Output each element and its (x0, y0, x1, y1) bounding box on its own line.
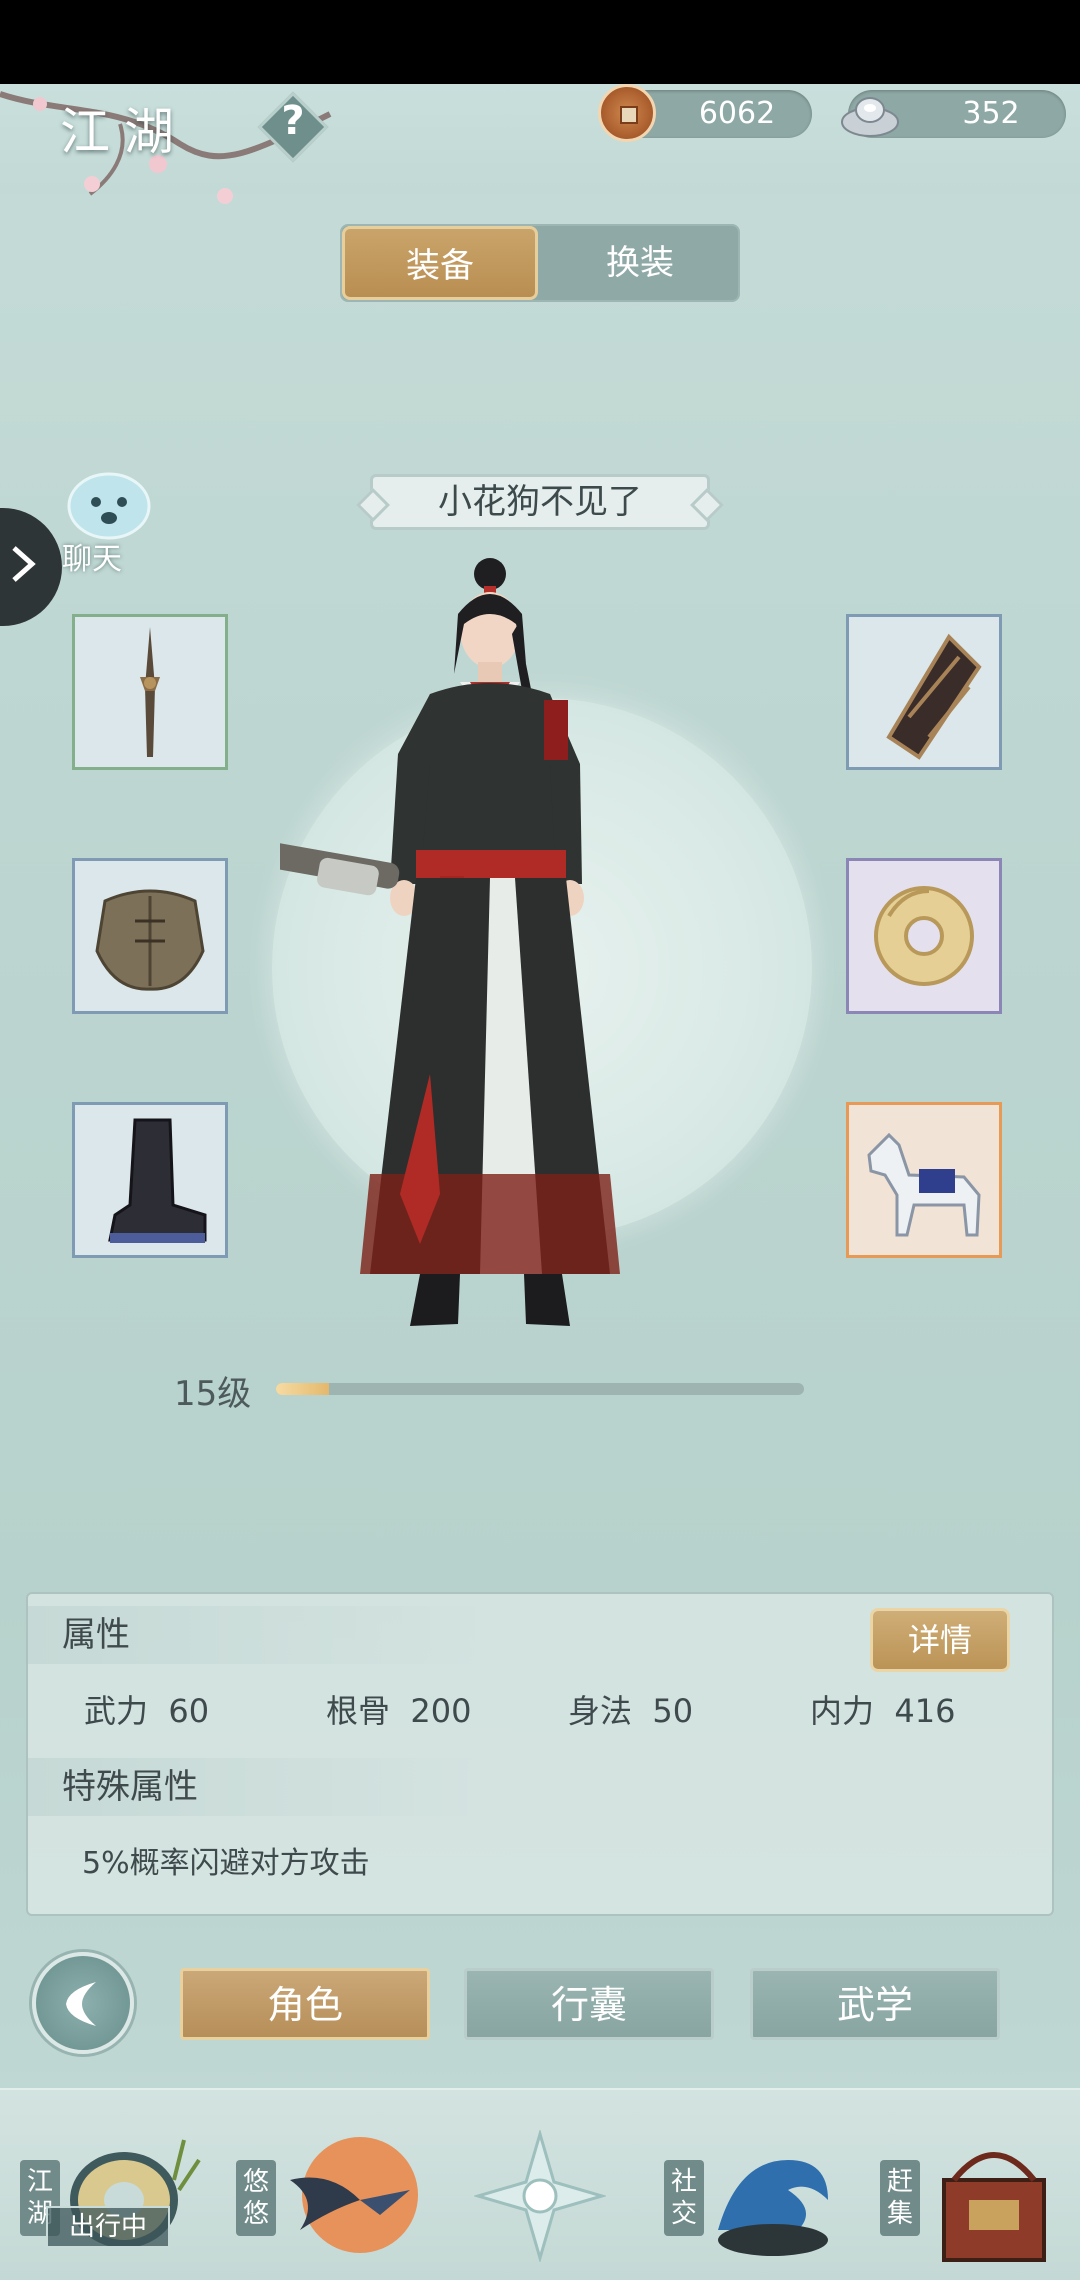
boots-icon (108, 1118, 207, 1243)
tab-bag[interactable]: 行囊 (464, 1968, 714, 2040)
chat-drawer-toggle[interactable] (0, 508, 62, 626)
equip-tab-group: 装备 换装 (340, 224, 740, 302)
attr-agility: 身法 50 (568, 1686, 693, 1732)
slot-bracer[interactable] (846, 614, 1002, 770)
center-compass-icon[interactable] (474, 2130, 606, 2262)
tab-change-outfit[interactable]: 换装 (542, 226, 738, 300)
tab-equip[interactable]: 装备 (342, 226, 538, 300)
attributes-panel: 属性 详情 武力 60 根骨 200 身法 50 内力 416 特殊属性 5%概… (26, 1592, 1054, 1916)
armor-icon (95, 889, 205, 991)
copper-coin-value: 6062 (698, 96, 776, 131)
back-arrow-icon (66, 1982, 96, 2026)
tab-role[interactable]: 角色 (180, 1968, 430, 2040)
attr-value: 50 (652, 1692, 694, 1730)
level-progress-bar (276, 1383, 804, 1395)
slot-pendant[interactable] (846, 858, 1002, 1014)
slot-armor[interactable] (72, 858, 228, 1014)
copper-coin-icon (598, 84, 656, 142)
page-title: 江湖 (60, 103, 188, 161)
traveling-badge: 出行中 (46, 2206, 170, 2248)
help-button[interactable]: ? (257, 91, 329, 163)
chevron-right-icon (12, 546, 36, 582)
nav-social[interactable]: 社交 (664, 2120, 854, 2280)
special-attribute-text: 5%概率闪避对方攻击 (82, 1846, 370, 1881)
silver-ingot-counter: 352 (841, 90, 1066, 138)
slot-weapon[interactable] (72, 614, 228, 770)
attr-name: 武力 (84, 1692, 149, 1730)
wave-icon (718, 2160, 828, 2256)
attr-constitution: 根骨 200 (326, 1686, 471, 1732)
attr-name: 根骨 (326, 1692, 391, 1730)
attributes-title: 属性 (28, 1606, 488, 1664)
bracer-icon (886, 633, 982, 760)
level-progress-fill (276, 1383, 329, 1395)
jade-pendant-icon (874, 886, 974, 986)
attr-name: 内力 (810, 1692, 875, 1730)
nav-jianghu[interactable]: 江湖 (20, 2120, 210, 2280)
chat-label[interactable]: 聊天 (62, 534, 122, 578)
copper-coin-counter: 6062 (598, 84, 812, 142)
nav-youyou[interactable]: 悠悠 (236, 2120, 426, 2280)
back-button[interactable] (32, 1952, 134, 2054)
silver-ingot-icon (841, 97, 899, 137)
level-label: 15级 (174, 1374, 252, 1414)
attr-value: 200 (410, 1692, 472, 1730)
nav-market[interactable]: 赶集 (880, 2120, 1070, 2280)
weapon-icon (140, 627, 160, 757)
slot-boots[interactable] (72, 1102, 228, 1258)
tab-martial-arts[interactable]: 武学 (750, 1968, 1000, 2040)
character-name: 小花狗不见了 (370, 474, 710, 530)
silver-ingot-value: 352 (962, 96, 1020, 131)
basket-icon (942, 2152, 1046, 2262)
magpie-icon (290, 2137, 418, 2253)
question-icon: ? (281, 98, 305, 144)
attr-name: 身法 (568, 1692, 633, 1730)
attr-strength: 武力 60 (84, 1686, 209, 1732)
special-attributes-title: 特殊属性 (28, 1758, 488, 1816)
attr-value: 60 (168, 1692, 210, 1730)
attr-value: 416 (894, 1692, 956, 1730)
status-bar (0, 0, 1080, 84)
details-button[interactable]: 详情 (870, 1608, 1010, 1672)
horse-icon (867, 1132, 981, 1237)
attr-inner-power: 内力 416 (810, 1686, 955, 1732)
character-model (280, 558, 620, 1326)
slot-mount[interactable] (846, 1102, 1002, 1258)
